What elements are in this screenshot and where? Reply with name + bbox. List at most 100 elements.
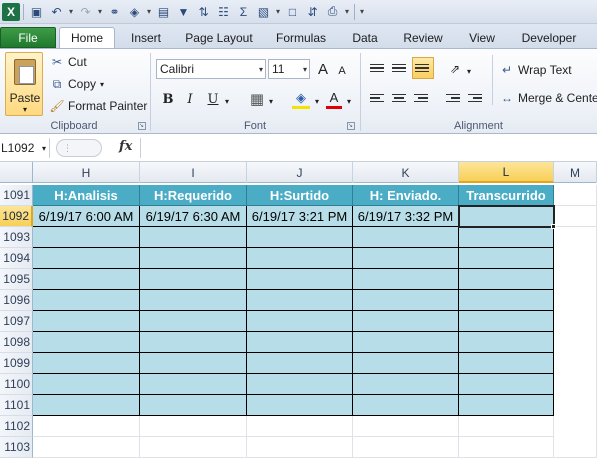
sort-icon[interactable]: ⇅ [194,2,213,21]
fill-color-dropdown-icon[interactable]: ▾ [312,91,322,111]
table-cell[interactable] [247,395,353,416]
row-header-1102[interactable]: 1102 [0,416,33,437]
grid-cell[interactable] [247,437,353,458]
table-cell[interactable] [140,290,247,311]
table-cell[interactable] [459,248,554,269]
find-icon[interactable]: ☷ [214,2,233,21]
tab-data[interactable]: Data [344,27,386,48]
clipboard-launcher-icon[interactable]: ↘ [138,122,146,130]
bottom-align-icon[interactable] [412,57,434,79]
underline-dropdown-icon[interactable]: ▾ [222,91,232,111]
column-header-i[interactable]: I [140,162,247,183]
table-header-cell[interactable]: H:Requerido [140,185,247,206]
tab-home[interactable]: Home [59,27,115,48]
table-cell[interactable]: 6/19/17 3:32 PM [353,206,459,227]
wrap-text-button[interactable]: ↵ Wrap Text [500,61,572,79]
table-cell[interactable] [247,374,353,395]
underline-button[interactable]: U [205,89,221,109]
table-cell[interactable] [247,227,353,248]
active-cell-selection[interactable] [458,205,555,228]
orientation-dropdown-icon[interactable]: ▾ [464,61,474,81]
paste-dropdown-icon[interactable]: ▾ [274,7,282,16]
table-cell[interactable] [353,332,459,353]
table-cell[interactable] [459,311,554,332]
table-cell[interactable]: 6/19/17 3:21 PM [247,206,353,227]
italic-button[interactable]: I [182,89,198,109]
tab-page-layout[interactable]: Page Layout [180,27,258,48]
row-header-1093[interactable]: 1093 [0,227,33,248]
grid-cell[interactable] [554,206,597,227]
format-painter-button[interactable]: 🖌 Format Painter [49,97,147,115]
row-header-1094[interactable]: 1094 [0,248,33,269]
tab-view[interactable]: View [460,27,504,48]
sum-icon[interactable]: Σ [234,2,253,21]
redo-icon[interactable]: ↷ [76,2,95,21]
table-cell[interactable] [247,290,353,311]
paste-button[interactable]: Paste ▾ [5,52,43,116]
copy-button[interactable]: ⧉ Copy ▾ [50,75,104,93]
table-cell[interactable] [140,332,247,353]
paste-icon[interactable]: ▧ [254,2,273,21]
table-cell[interactable] [140,248,247,269]
worksheet-grid[interactable]: H I J K L M 1091 1092 1093 1094 1095 109… [0,162,597,466]
table-cell[interactable]: 6/19/17 6:30 AM [140,206,247,227]
font-size-dropdown-icon[interactable]: ▾ [303,65,307,74]
borders-dropdown-icon[interactable]: ▾ [266,91,276,111]
tab-file[interactable]: File [0,27,56,48]
grid-cell[interactable] [140,437,247,458]
table-cell[interactable] [459,332,554,353]
table-cell[interactable] [140,374,247,395]
table-header-cell[interactable]: H:Analisis [33,185,140,206]
filter-icon[interactable]: ▼ [174,2,193,21]
grid-cell[interactable] [353,416,459,437]
table-cell[interactable] [33,290,140,311]
tab-developer[interactable]: Developer [514,27,584,48]
table-cell[interactable] [140,311,247,332]
table-cell[interactable] [353,311,459,332]
orientation-icon[interactable]: ⇗ [446,59,464,79]
table-cell[interactable] [33,227,140,248]
row-header-1098[interactable]: 1098 [0,332,33,353]
font-color-button[interactable]: A [326,89,342,109]
table-cell[interactable]: 6/19/17 6:00 AM [33,206,140,227]
grid-cell[interactable] [33,437,140,458]
tab-review[interactable]: Review [396,27,450,48]
print-icon[interactable]: ⎙ [323,2,342,21]
grid-cell[interactable] [353,437,459,458]
table-cell[interactable] [353,227,459,248]
table-cell[interactable] [459,395,554,416]
table-cell[interactable] [140,353,247,374]
table-cell[interactable] [247,332,353,353]
table-header-cell[interactable]: H:Surtido [247,185,353,206]
top-align-icon[interactable] [368,59,386,77]
merge-center-button[interactable]: ↔ Merge & Center [500,89,597,107]
row-header-1101[interactable]: 1101 [0,395,33,416]
table-cell[interactable] [459,269,554,290]
column-header-j[interactable]: J [247,162,353,183]
form-icon[interactable]: ▤ [154,2,173,21]
font-size-combo[interactable]: 11 ▾ [268,59,310,79]
table-cell[interactable] [140,395,247,416]
cut-button[interactable]: ✂ Cut [50,53,87,71]
table-cell[interactable] [247,269,353,290]
print-dropdown-icon[interactable]: ▾ [343,7,351,16]
font-color-dropdown-icon[interactable]: ▾ [344,91,354,111]
table-cell[interactable] [353,395,459,416]
grid-cell[interactable] [554,185,597,206]
row-header-1091[interactable]: 1091 [0,185,33,206]
row-header-1092[interactable]: 1092 [0,206,33,227]
table-cell[interactable] [353,269,459,290]
grid-cell[interactable] [459,416,554,437]
font-launcher-icon[interactable]: ↘ [347,122,355,130]
fill-color-icon[interactable]: ◈ [292,89,310,109]
table-cell[interactable] [459,374,554,395]
table-cell[interactable] [353,353,459,374]
fill-dropdown-icon[interactable]: ▾ [145,7,153,16]
print-preview-icon[interactable]: □ [283,2,302,21]
column-header-k[interactable]: K [353,162,459,183]
binoculars-icon[interactable]: ⚭ [105,2,124,21]
save-icon[interactable]: ▣ [27,2,46,21]
table-cell[interactable] [33,248,140,269]
table-cell[interactable] [247,248,353,269]
table-cell[interactable] [459,353,554,374]
